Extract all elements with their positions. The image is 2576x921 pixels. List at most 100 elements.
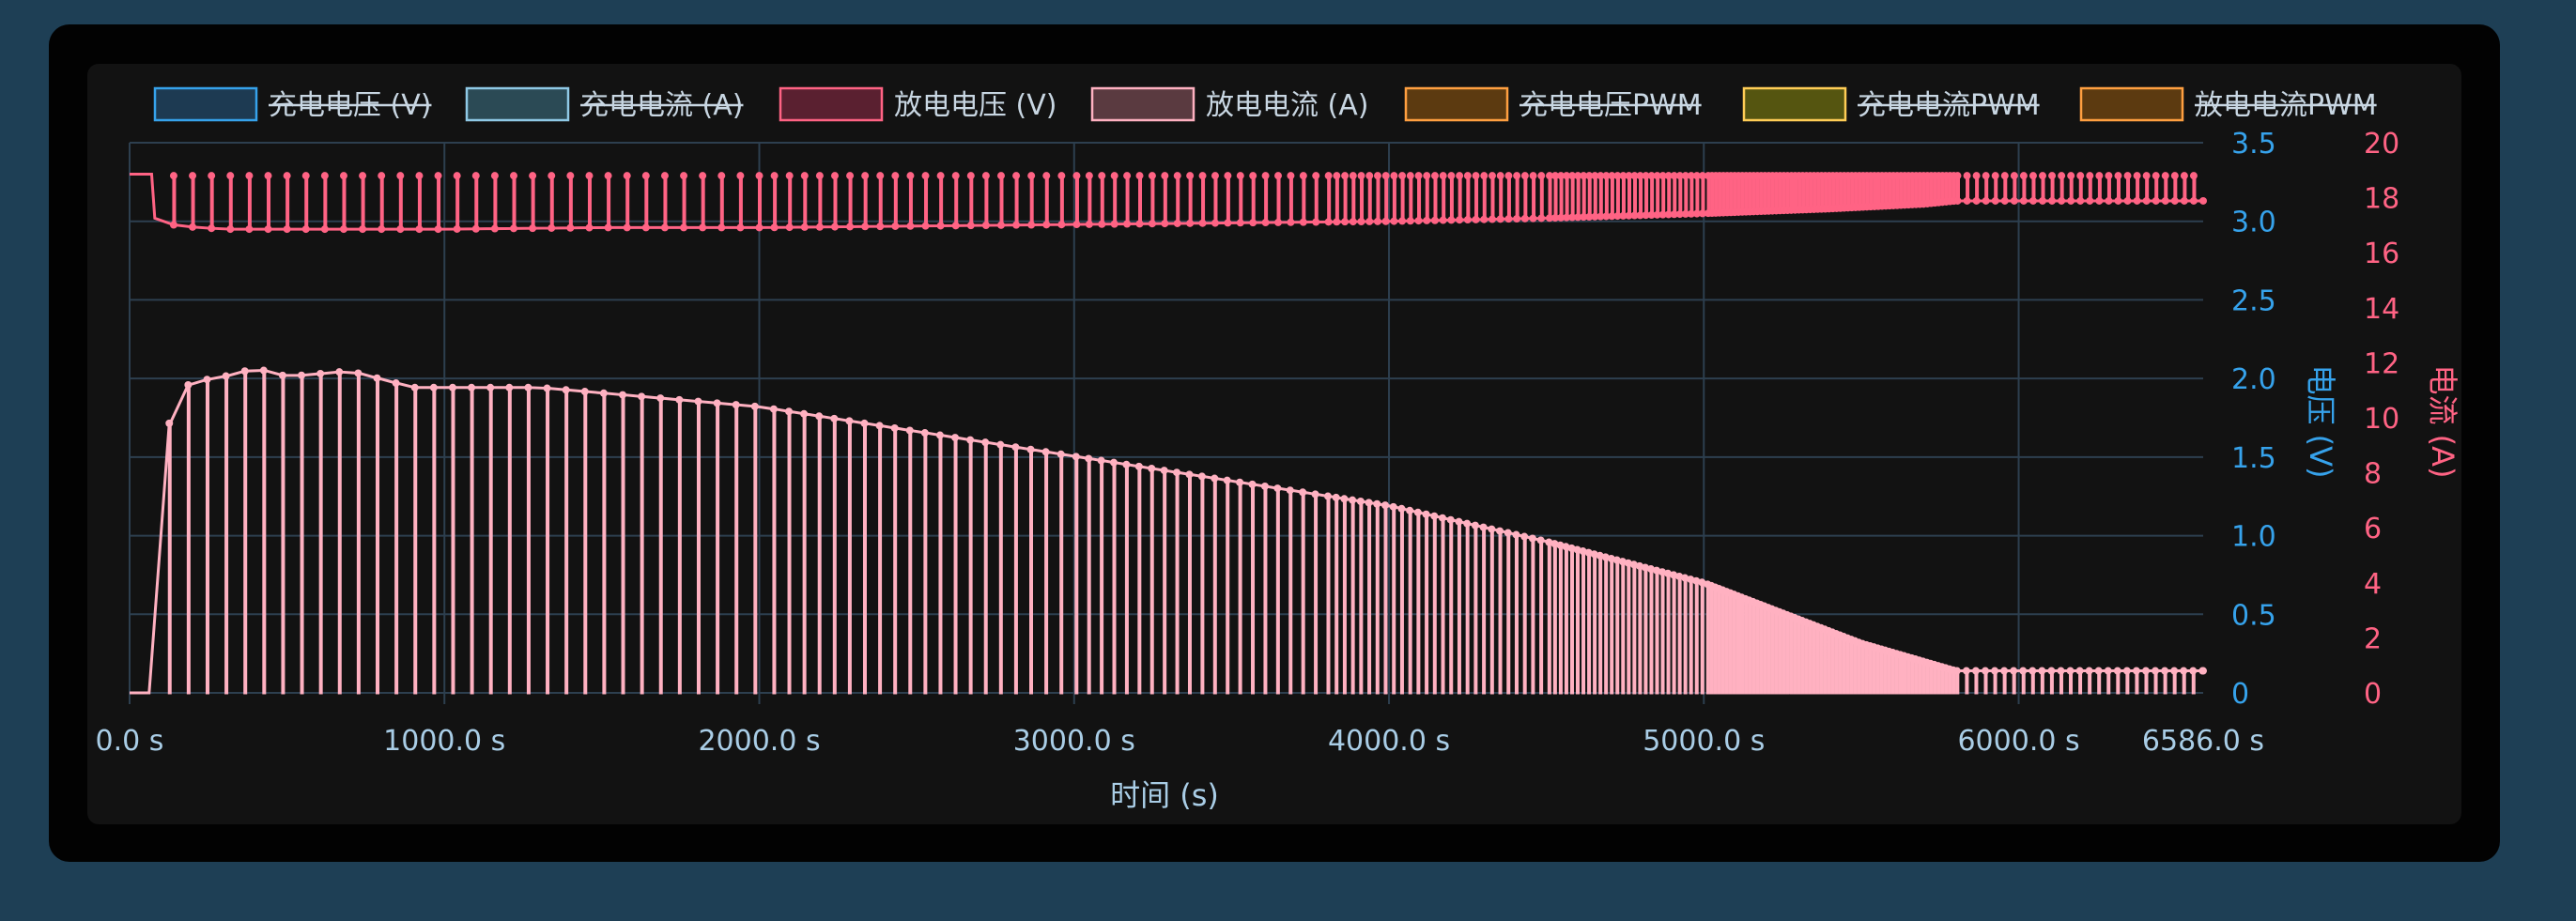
discharge-voltage-point (1287, 218, 1295, 226)
discharge-current-point (1504, 529, 1512, 537)
discharge-voltage-point (2000, 196, 2009, 205)
discharge-current-point (1122, 460, 1131, 468)
discharge-voltage-point (1135, 220, 1144, 228)
discharge-current-point (2047, 667, 2056, 675)
legend-item[interactable]: 充电电流PWM (1742, 86, 2040, 122)
discharge-voltage-point (2189, 172, 2198, 180)
discharge-voltage-point (1236, 219, 1244, 227)
discharge-voltage-point (320, 225, 329, 234)
discharge-current-point (1072, 453, 1080, 461)
discharge-voltage-point (2161, 172, 2169, 180)
discharge-voltage-point (891, 172, 900, 180)
discharge-current-point (2180, 667, 2188, 675)
discharge-voltage-point (2105, 172, 2113, 180)
discharge-voltage-point (996, 221, 1005, 229)
discharge-voltage-point (1261, 172, 1270, 180)
discharge-voltage-point (2086, 196, 2094, 205)
discharge-current-point (2085, 667, 2093, 675)
discharge-current-point (1397, 504, 1406, 513)
discharge-voltage-point (660, 172, 669, 180)
discharge-voltage-point (699, 223, 707, 232)
legend-item[interactable]: 充电电压 (V) (153, 86, 432, 122)
legend[interactable]: 充电电压 (V) 充电电流 (A) 放电电压 (V) 放电电流 (A) 充电电压PWM 充… (153, 86, 2377, 122)
discharge-current-point (1340, 495, 1349, 503)
discharge-current-point (1026, 445, 1035, 453)
y-left-tick-label: 0.5 (2231, 599, 2276, 632)
discharge-voltage-point (226, 225, 235, 234)
discharge-voltage-point (226, 172, 235, 180)
legend-item[interactable]: 放电电压 (V) (779, 86, 1057, 122)
discharge-current-point (2000, 667, 2009, 675)
discharge-voltage-point (208, 172, 216, 180)
discharge-voltage-point (301, 225, 310, 234)
discharge-current-point (2113, 667, 2121, 675)
discharge-current-point (2141, 667, 2150, 675)
discharge-voltage-point (1488, 215, 1496, 223)
discharge-voltage-point (2142, 172, 2151, 180)
discharge-current-point (2122, 667, 2131, 675)
discharge-voltage-point (1211, 219, 1219, 227)
discharge-voltage-point (1173, 172, 1181, 180)
discharge-voltage-point (770, 172, 779, 180)
legend-label: 放电电流 (A) (1206, 89, 1368, 122)
discharge-voltage-point (2048, 196, 2057, 205)
discharge-voltage-point (1982, 196, 1990, 205)
discharge-voltage-point (800, 172, 809, 180)
discharge-current-point (875, 422, 884, 430)
discharge-voltage-point (2028, 196, 2037, 205)
discharge-voltage-point (339, 225, 347, 234)
discharge-voltage-point (434, 172, 442, 180)
discharge-voltage-point (490, 172, 499, 180)
discharge-voltage-point (770, 223, 779, 232)
legend-swatch (465, 86, 570, 122)
discharge-current-point (2010, 667, 2018, 675)
legend-item[interactable]: 放电电流PWM (2079, 86, 2377, 122)
discharge-voltage-point (1463, 216, 1472, 224)
discharge-voltage-point (1123, 220, 1132, 228)
legend-swatch (1404, 86, 1509, 122)
discharge-voltage-point (936, 172, 945, 180)
discharge-voltage-point (471, 172, 480, 180)
discharge-voltage-point (1224, 172, 1232, 180)
discharge-voltage-point (208, 224, 216, 233)
discharge-voltage-point (283, 225, 291, 234)
discharge-voltage-point (699, 172, 707, 180)
x-axis-title: 时间 (s) (1110, 777, 1219, 813)
legend-item[interactable]: 放电电流 (A) (1090, 86, 1368, 122)
discharge-voltage-point (736, 223, 745, 232)
discharge-voltage-point (861, 172, 870, 180)
discharge-voltage-point (641, 172, 650, 180)
discharge-current-point (1223, 476, 1231, 484)
discharge-current-point (2066, 667, 2075, 675)
discharge-voltage-point (951, 222, 960, 230)
discharge-voltage-point (2170, 196, 2179, 205)
discharge-current-point (1134, 462, 1143, 470)
discharge-current-point (2019, 667, 2028, 675)
discharge-voltage-point (717, 223, 726, 232)
legend-item[interactable]: 充电电流 (A) (465, 86, 744, 122)
legend-item[interactable]: 充电电压PWM (1404, 86, 1702, 122)
y-left-tick-label: 2.5 (2231, 284, 2276, 317)
discharge-voltage-point (2067, 196, 2075, 205)
discharge-current-point (1455, 517, 1463, 526)
y-right-axis-title: 电流 (A) (2425, 364, 2460, 478)
discharge-voltage-point (1406, 217, 1414, 225)
discharge-voltage-point (1381, 172, 1390, 180)
discharge-current-point (1299, 488, 1307, 497)
discharge-voltage-point (1186, 172, 1195, 180)
discharge-voltage-point (189, 172, 197, 180)
x-tick-label: 2000.0 s (698, 725, 820, 758)
discharge-voltage-point (1135, 172, 1144, 180)
discharge-voltage-point (453, 172, 461, 180)
discharge-voltage-point (1513, 172, 1521, 180)
legend-swatch (2079, 86, 2184, 122)
discharge-voltage-point (680, 223, 688, 232)
discharge-voltage-point (906, 222, 915, 230)
y-left-tick-label: 3.5 (2231, 128, 2276, 161)
y-right-axis-ticks: 0 2 4 6 8 10 12 14 16 18 20 (2364, 128, 2399, 711)
discharge-current-point (2161, 667, 2169, 675)
discharge-current-point (1085, 454, 1093, 463)
discharge-voltage-point (1529, 214, 1537, 223)
discharge-current-point (316, 369, 325, 377)
discharge-current-point (2057, 667, 2065, 675)
